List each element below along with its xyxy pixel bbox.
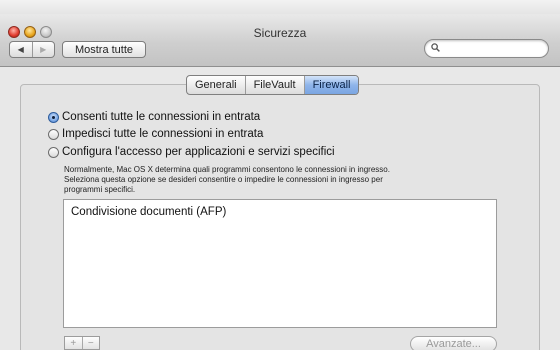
list-item[interactable]: Condivisione documenti (AFP)	[71, 206, 226, 218]
firewall-description: Normalmente, Mac OS X determina quali pr…	[64, 165, 504, 195]
description-line: Normalmente, Mac OS X determina quali pr…	[64, 165, 390, 174]
radio-unselected-icon[interactable]	[48, 146, 59, 158]
tab-generali[interactable]: Generali	[187, 76, 245, 94]
radio-unselected-icon[interactable]	[48, 128, 59, 140]
radio-selected-icon[interactable]	[48, 111, 59, 123]
back-arrow-icon[interactable]: ◀	[10, 42, 32, 57]
option-configure-specific[interactable]: Configura l'accesso per applicazioni e s…	[48, 146, 335, 158]
magnifier-icon	[431, 43, 440, 52]
applications-list[interactable]: Condivisione documenti (AFP)	[63, 199, 497, 328]
option-label: Configura l'accesso per applicazioni e s…	[62, 146, 335, 158]
tab-bar: Generali FileVault Firewall	[186, 75, 360, 95]
option-label: Consenti tutte le connessioni in entrata	[62, 111, 261, 123]
advanced-button[interactable]: Avanzate...	[410, 336, 497, 350]
option-block-all[interactable]: Impedisci tutte le connessioni in entrat…	[48, 128, 263, 140]
window-title: Sicurezza	[253, 26, 307, 40]
add-button[interactable]: +	[65, 337, 82, 349]
forward-arrow-icon[interactable]: ▶	[31, 42, 55, 57]
description-line: programmi specifici.	[64, 185, 136, 194]
description-line: Seleziona questa opzione se desideri con…	[64, 175, 383, 184]
remove-button[interactable]: −	[81, 337, 100, 349]
option-label: Impedisci tutte le connessioni in entrat…	[62, 128, 264, 140]
tab-filevault[interactable]: FileVault	[244, 76, 304, 94]
security-preferences-window: Sicurezza ◀ ▶ Mostra tutte Generali File…	[0, 0, 560, 350]
search-input[interactable]	[443, 41, 547, 57]
show-all-button[interactable]: Mostra tutte	[62, 41, 146, 58]
option-allow-all[interactable]: Consenti tutte le connessioni in entrata	[48, 111, 260, 123]
back-forward-control: ◀ ▶	[9, 41, 55, 58]
add-remove-control: + −	[64, 336, 100, 350]
tab-firewall[interactable]: Firewall	[303, 76, 359, 94]
search-field[interactable]	[424, 39, 549, 58]
